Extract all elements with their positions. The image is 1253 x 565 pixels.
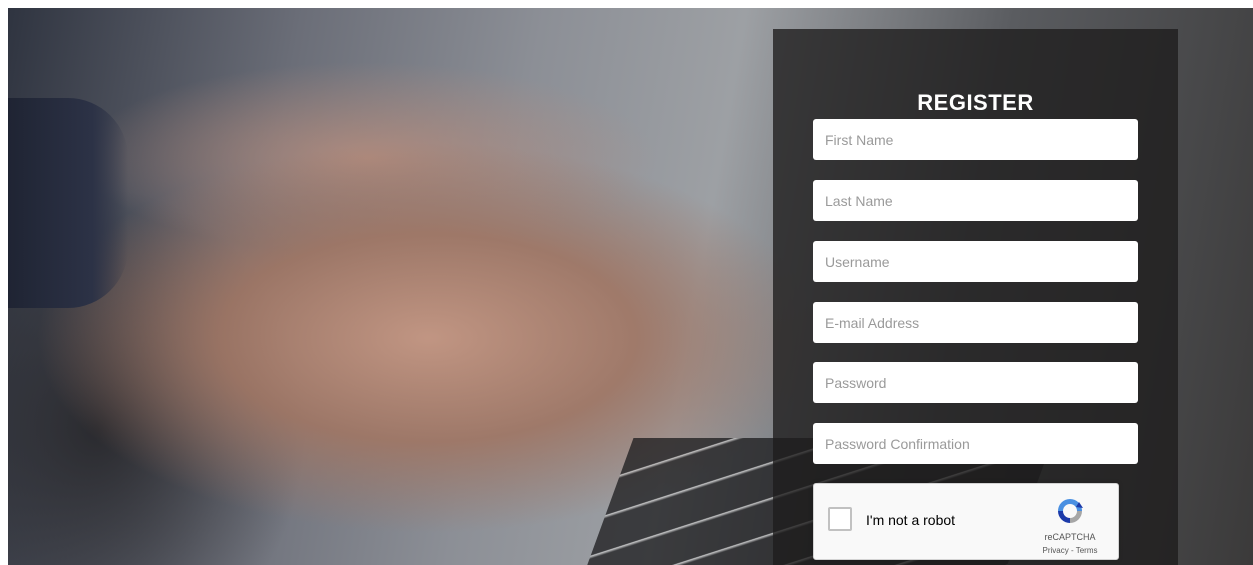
register-title: REGISTER [917, 90, 1034, 115]
recaptcha-privacy-link[interactable]: Privacy [1043, 546, 1069, 555]
background-sleeve [8, 98, 128, 308]
password-input[interactable] [813, 362, 1138, 403]
recaptcha-checkbox[interactable] [828, 507, 852, 531]
last-name-input[interactable] [813, 180, 1138, 221]
email-input[interactable] [813, 302, 1138, 343]
first-name-input[interactable] [813, 119, 1138, 160]
username-input[interactable] [813, 241, 1138, 282]
recaptcha-logo-icon [1058, 499, 1083, 523]
recaptcha-widget: I'm not a robot reCAPTCHA Privacy - Term… [813, 483, 1119, 560]
recaptcha-label: I'm not a robot [866, 512, 956, 528]
recaptcha-terms-link[interactable]: Terms [1076, 546, 1098, 555]
recaptcha-brand: reCAPTCHA [1044, 532, 1096, 542]
password-confirmation-input[interactable] [813, 423, 1138, 464]
recaptcha-links-separator: - [1068, 546, 1076, 555]
recaptcha-links: Privacy - Terms [1034, 546, 1106, 555]
